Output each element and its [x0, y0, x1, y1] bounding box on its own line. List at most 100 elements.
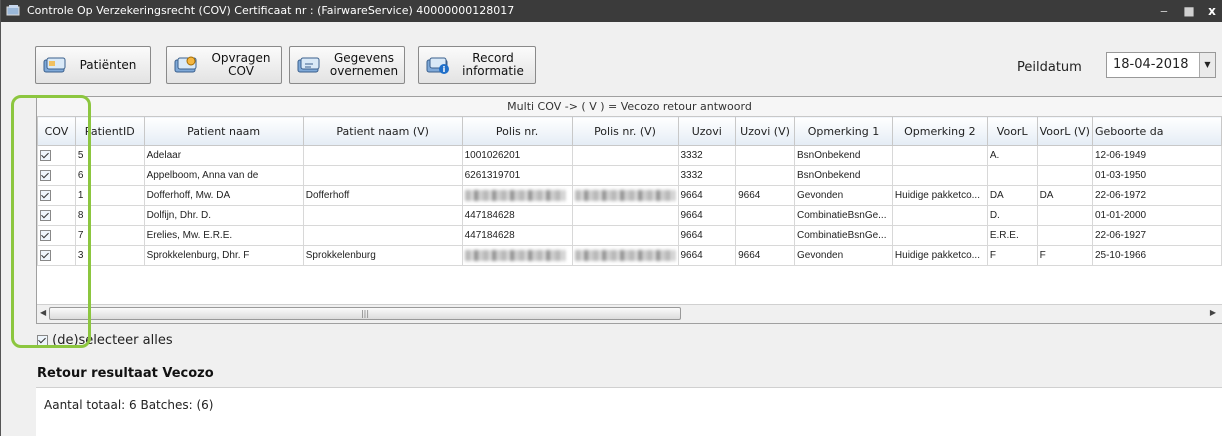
opmerking1-cell: BsnOnbekend: [794, 145, 893, 166]
select-all-checkbox[interactable]: [37, 335, 48, 346]
polis-v-cell: [571, 165, 679, 186]
patient-naam-cell: Sprokkelenburg, Dhr. F: [143, 245, 304, 266]
patient-grid: Multi COV -> ( V ) = Vecozo retour antwo…: [36, 96, 1222, 324]
table-row[interactable]: 7 Erelies, Mw. E.R.E. 447184628 9664 Com…: [37, 225, 1222, 246]
cov-checkbox[interactable]: [40, 189, 51, 201]
patientid-cell: 5: [74, 145, 145, 166]
uzovi-cell: 9664: [677, 245, 737, 266]
opmerking1-cell: CombinatieBsnGe...: [794, 205, 893, 226]
voorl-v-cell: [1036, 205, 1093, 226]
table-row[interactable]: 3 Sprokkelenburg, Dhr. F Sprokkelenburg …: [37, 245, 1222, 266]
header-row: COV PatientID Patient naam Patient naam …: [37, 116, 1222, 146]
patienten-label: Patiënten: [79, 57, 137, 72]
col-header-voorl[interactable]: VoorL: [986, 116, 1038, 146]
opmerking1-cell: BsnOnbekend: [794, 165, 893, 186]
scroll-left-icon[interactable]: ◀: [40, 308, 46, 317]
polis-v-cell: [571, 245, 679, 266]
col-header-geboortedatum[interactable]: Geboorte da: [1091, 116, 1222, 146]
horizontal-scrollbar[interactable]: ◀ ||| ▶: [37, 304, 1222, 323]
chevron-down-icon[interactable]: ▼: [1199, 53, 1215, 77]
patient-table: COV PatientID Patient naam Patient naam …: [37, 116, 1222, 266]
patienten-button[interactable]: Patiënten: [35, 46, 151, 84]
col-header-voorl-v[interactable]: VoorL (V): [1036, 116, 1093, 146]
col-header-patient-naam-v[interactable]: Patient naam (V): [302, 116, 463, 146]
cov-checkbox[interactable]: [40, 229, 51, 241]
cov-cell: [37, 225, 76, 246]
maximize-button[interactable]: ■: [1177, 0, 1201, 22]
grid-caption: Multi COV -> ( V ) = Vecozo retour antwo…: [37, 97, 1222, 117]
cov-cell: [37, 185, 76, 206]
peildatum-label: Peildatum: [1017, 60, 1082, 75]
col-header-uzovi-v[interactable]: Uzovi (V): [735, 116, 795, 146]
col-header-patientid[interactable]: PatientID: [74, 116, 145, 146]
polis-cell: 6261319701: [461, 165, 573, 186]
col-header-polis-v[interactable]: Polis nr. (V): [571, 116, 679, 146]
minimize-button[interactable]: ‒: [1152, 0, 1176, 22]
table-row[interactable]: 6 Appelboom, Anna van de 6261319701 3332…: [37, 165, 1222, 186]
uzovi-v-cell: 9664: [735, 185, 795, 206]
redacted-polis-v: [574, 249, 675, 261]
col-header-opmerking1[interactable]: Opmerking 1: [794, 116, 893, 146]
cov-checkbox[interactable]: [40, 149, 51, 161]
select-all-label: (de)selecteer alles: [52, 333, 173, 348]
opvragen-label-line2: COV: [228, 64, 254, 78]
table-row[interactable]: 5 Adelaar 1001026201 3332 BsnOnbekend A.…: [37, 145, 1222, 166]
patient-naam-v-cell: [302, 165, 463, 186]
card-copy-icon: [297, 57, 320, 73]
app-icon: [6, 5, 20, 16]
record-label: Record informatie: [455, 47, 531, 83]
opmerking2-cell: [891, 165, 988, 186]
cov-checkbox[interactable]: [40, 209, 51, 221]
cov-cell: [37, 165, 76, 186]
col-header-cov[interactable]: COV: [37, 116, 76, 146]
col-header-patient-naam[interactable]: Patient naam: [143, 116, 304, 146]
result-section-title: Retour resultaat Vecozo: [37, 366, 214, 381]
result-summary: Aantal totaal: 6 Batches: (6): [44, 398, 214, 412]
uzovi-cell: 3332: [677, 165, 737, 186]
gegevens-overnemen-button[interactable]: Gegevens overnemen: [289, 46, 405, 84]
col-header-polis[interactable]: Polis nr.: [461, 116, 573, 146]
voorl-cell: D.: [986, 205, 1038, 226]
polis-cell: 447184628: [461, 205, 573, 226]
cov-checkbox[interactable]: [40, 249, 51, 261]
card-info-icon: i: [426, 57, 449, 74]
voorl-v-cell: [1036, 145, 1093, 166]
uzovi-cell: 9664: [677, 185, 737, 206]
table-row[interactable]: 8 Dolfijn, Dhr. D. 447184628 9664 Combin…: [37, 205, 1222, 226]
voorl-v-cell: [1036, 165, 1093, 186]
scroll-right-icon[interactable]: ▶: [1210, 308, 1216, 317]
cov-cell: [37, 205, 76, 226]
col-header-uzovi[interactable]: Uzovi: [677, 116, 737, 146]
geboorte-cell: 01-01-2000: [1091, 205, 1222, 226]
peildatum-date-picker[interactable]: 18-04-2018 ▼: [1106, 52, 1216, 78]
patientid-cell: 1: [74, 185, 145, 206]
opvragen-cov-button[interactable]: Opvragen COV: [166, 46, 282, 84]
close-button[interactable]: x: [1200, 0, 1222, 22]
patient-naam-v-cell: [302, 205, 463, 226]
opmerking2-cell: [891, 145, 988, 166]
redacted-polis-v: [574, 189, 675, 201]
table-row[interactable]: 1 Dofferhoff, Mw. DA Dofferhoff 9664 966…: [37, 185, 1222, 206]
col-header-opmerking2[interactable]: Opmerking 2: [891, 116, 988, 146]
voorl-v-cell: DA: [1036, 185, 1093, 206]
opvragen-label: Opvragen COV: [205, 47, 277, 83]
cov-cell: [37, 145, 76, 166]
geboorte-cell: 22-06-1972: [1091, 185, 1222, 206]
geboorte-cell: 25-10-1966: [1091, 245, 1222, 266]
title-bar: Controle Op Verzekeringsrecht (COV) Cert…: [1, 0, 1222, 22]
patient-naam-v-cell: Sprokkelenburg: [302, 245, 463, 266]
polis-v-cell: [571, 205, 679, 226]
opmerking2-cell: [891, 225, 988, 246]
opmerking1-cell: Gevonden: [794, 245, 893, 266]
result-panel: Aantal totaal: 6 Batches: (6): [36, 387, 1222, 437]
toolbar: Patiënten Opvragen COV Gegevens overneme…: [15, 22, 1222, 96]
record-informatie-button[interactable]: i Record informatie: [418, 46, 536, 84]
window-title: Controle Op Verzekeringsrecht (COV) Cert…: [27, 4, 515, 17]
gegevens-label: Gegevens overnemen: [328, 47, 400, 83]
voorl-cell: A.: [986, 145, 1038, 166]
select-all-toggle[interactable]: (de)selecteer alles: [37, 333, 173, 348]
scrollbar-thumb[interactable]: |||: [49, 307, 681, 320]
cov-checkbox[interactable]: [40, 169, 51, 181]
svg-text:i: i: [443, 65, 446, 74]
polis-cell: [461, 245, 573, 266]
